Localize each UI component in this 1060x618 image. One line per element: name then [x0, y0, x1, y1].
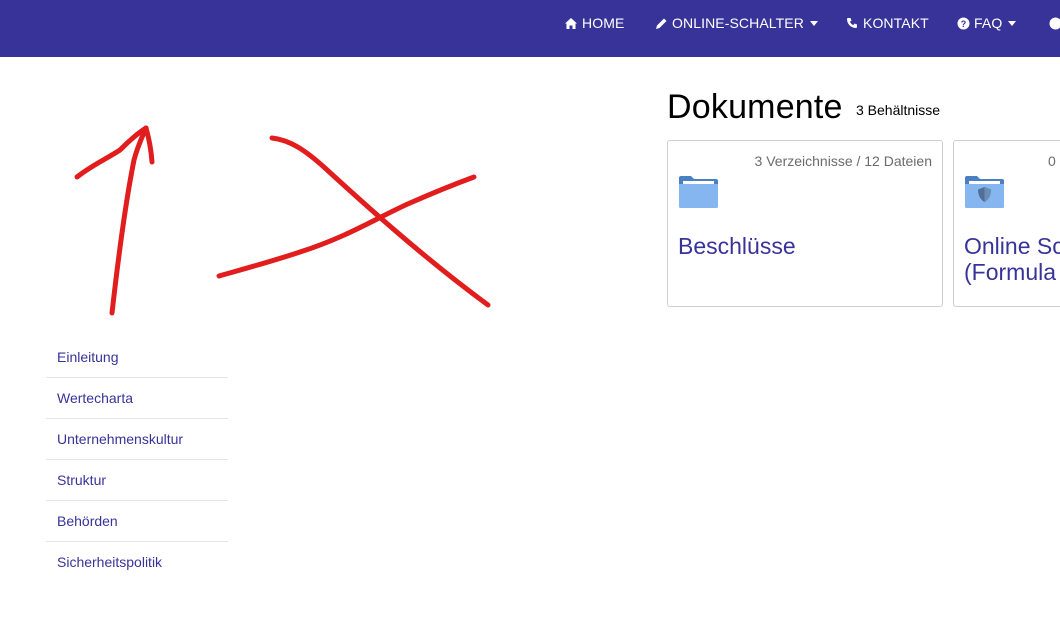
- card-online-schalter[interactable]: 0 Online Sc (Formula: [953, 140, 1060, 307]
- x-stroke-2: [216, 174, 477, 279]
- sidebar-nav: Einleitung Wertecharta Unternehmenskultu…: [46, 337, 228, 582]
- nav-home-label: HOME: [582, 15, 625, 31]
- arrow-head-right: [143, 125, 155, 165]
- home-icon: [564, 16, 578, 30]
- x-stroke-1: [269, 135, 491, 308]
- nav-kontakt-label: KONTAKT: [863, 15, 929, 31]
- sidebar-item-wertecharta[interactable]: Wertecharta: [46, 378, 228, 419]
- container-count: 3 Behältnisse: [856, 102, 941, 118]
- pencil-icon: [654, 16, 668, 30]
- sidebar-item-struktur[interactable]: Struktur: [46, 460, 228, 501]
- card-beschluesse[interactable]: 3 Verzeichnisse / 12 Dateien Beschlüsse: [667, 140, 943, 307]
- globe-icon: [1048, 16, 1060, 30]
- nav-online-schalter[interactable]: ONLINE-SCHALTER: [654, 0, 818, 46]
- red-annotation-drawing: [74, 125, 491, 316]
- sidebar-item-einleitung[interactable]: Einleitung: [46, 337, 228, 378]
- page-title: Dokumente: [667, 88, 843, 126]
- card-title[interactable]: Beschlüsse: [678, 233, 796, 259]
- phone-icon: [845, 16, 859, 30]
- nav-faq-label: FAQ: [974, 15, 1003, 31]
- svg-text:?: ?: [960, 19, 966, 29]
- nav-home[interactable]: HOME: [564, 0, 624, 46]
- question-circle-icon: ?: [956, 16, 970, 30]
- card-meta: 3 Verzeichnisse / 12 Dateien: [754, 153, 932, 169]
- nav-faq[interactable]: ? FAQ: [956, 0, 1017, 46]
- card-meta: 0: [1048, 153, 1056, 169]
- nav-extra-partial[interactable]: [1048, 0, 1060, 46]
- chevron-down-icon: [1008, 20, 1017, 26]
- card-title-line2: (Formula: [964, 259, 1057, 285]
- folder-icon: [678, 175, 719, 214]
- nav-kontakt[interactable]: KONTAKT: [845, 0, 929, 46]
- nav-online-schalter-label: ONLINE-SCHALTER: [672, 15, 804, 31]
- card-title-line1: Online Sc: [964, 233, 1060, 259]
- sidebar-item-behoerden[interactable]: Behörden: [46, 501, 228, 542]
- card-title[interactable]: Online Sc (Formula: [964, 233, 1060, 285]
- sidebar-item-unternehmenskultur[interactable]: Unternehmenskultur: [46, 419, 228, 460]
- arrow-shaft: [109, 125, 149, 316]
- sidebar-item-sicherheitspolitik[interactable]: Sicherheitspolitik: [46, 542, 228, 582]
- shield-folder-icon: [964, 175, 1005, 214]
- chevron-down-icon: [809, 20, 818, 26]
